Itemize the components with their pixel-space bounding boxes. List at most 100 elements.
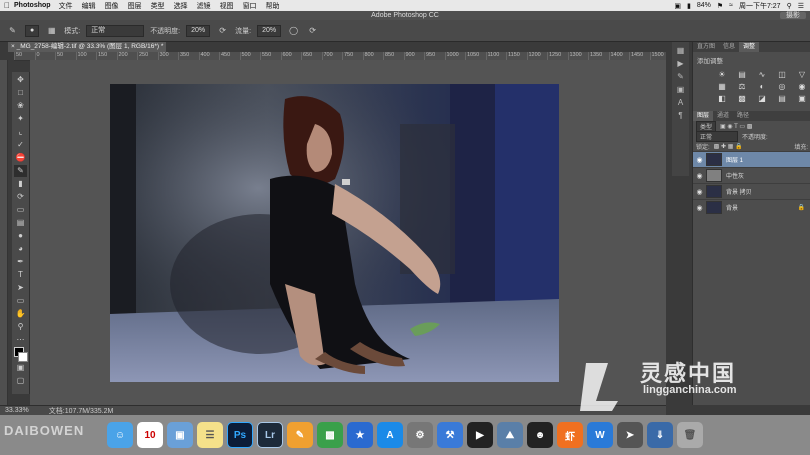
apple-icon[interactable]:  [0, 1, 14, 10]
paragraph-panel-icon[interactable]: ¶ [678, 111, 682, 120]
tab-adjustments[interactable]: 调整 [739, 42, 760, 52]
calendar-icon[interactable]: 10 [137, 422, 163, 448]
black-white-icon[interactable]: ◐ [755, 82, 769, 91]
levels-icon[interactable]: ▤ [735, 70, 749, 79]
zoom-tool-icon[interactable]: ⚲ [14, 321, 27, 333]
airbrush-icon[interactable]: ◯ [287, 25, 300, 37]
history-panel-icon[interactable]: ▦ [677, 46, 685, 55]
menu-file[interactable]: 文件 [59, 1, 73, 11]
invert-icon[interactable]: ◧ [715, 94, 729, 103]
layer-row[interactable]: ◉ 中性灰 [693, 167, 810, 183]
color-balance-icon[interactable]: ⚖ [735, 82, 749, 91]
menu-window[interactable]: 窗口 [243, 1, 257, 11]
flag-icon[interactable]: ⚑ [717, 2, 723, 10]
blend-mode-select[interactable]: 正常 [696, 130, 738, 142]
more-tools-icon[interactable]: ⋯ [14, 334, 27, 346]
app-store-icon[interactable]: A [377, 422, 403, 448]
path-select-tool-icon[interactable]: ➤ [14, 282, 27, 294]
lightroom-icon[interactable]: Lr [257, 422, 283, 448]
hand-tool-icon[interactable]: ✋ [14, 308, 27, 320]
menu-view[interactable]: 视图 [220, 1, 234, 11]
layer-row[interactable]: ◉ 背景 🔒 [693, 199, 810, 215]
menu-help[interactable]: 帮助 [266, 1, 280, 11]
layer-name[interactable]: 中性灰 [726, 171, 744, 180]
flow-input[interactable]: 20% [257, 24, 282, 37]
battery-icon[interactable]: ▮ [687, 2, 691, 10]
xiami-icon[interactable]: 虾 [557, 422, 583, 448]
curves-icon[interactable]: ∿ [755, 70, 769, 79]
visibility-icon[interactable]: ◉ [693, 204, 706, 212]
mode-select[interactable]: 正常 [86, 24, 145, 37]
crop-tool-icon[interactable]: ⌞ [14, 126, 27, 138]
opacity-input[interactable]: 20% [186, 24, 211, 37]
list-icon[interactable]: ☰ [798, 2, 804, 10]
color-swatches[interactable] [14, 347, 28, 362]
layer-row[interactable]: ◉ 背景 拷贝 [693, 183, 810, 199]
document-tab[interactable]: × _MG_2758-编辑-2.tif @ 33.3% (图层 1, RGB/1… [8, 42, 166, 52]
channel-mixer-icon[interactable]: ◉ [795, 82, 809, 91]
layer-name[interactable]: 背景 [726, 203, 738, 212]
numbers-icon[interactable]: ▩ [317, 422, 343, 448]
launchpad-icon[interactable]: ➤ [617, 422, 643, 448]
photoshop-icon[interactable]: Ps [227, 422, 253, 448]
wifi-icon[interactable]: ≈ [729, 2, 733, 9]
iphoto-icon[interactable]: ⛰ [497, 422, 523, 448]
menu-layer[interactable]: 图层 [128, 1, 142, 11]
brush-tool-icon[interactable]: ✎ [14, 165, 27, 177]
workspace-switcher[interactable]: 摄影 [780, 12, 806, 19]
lock-icons[interactable]: ▩ ✚ ▦ 🔒 [714, 143, 743, 150]
downloads-icon[interactable]: ⇓ [647, 422, 673, 448]
visibility-icon[interactable]: ◉ [693, 156, 706, 164]
vibrance-icon[interactable]: ▽ [795, 70, 809, 79]
document-image[interactable] [110, 84, 559, 382]
gradient-map-icon[interactable]: ▤ [775, 94, 789, 103]
clone-source-icon[interactable]: ▣ [677, 85, 685, 94]
finder-icon[interactable]: ☺ [107, 422, 133, 448]
exposure-icon[interactable]: ◫ [775, 70, 789, 79]
healing-tool-icon[interactable]: ⛔ [14, 152, 27, 164]
move-tool-icon[interactable]: ✥ [14, 74, 27, 86]
pages-icon[interactable]: ✎ [287, 422, 313, 448]
zoom-level[interactable]: 33.33% [5, 407, 29, 414]
eraser-tool-icon[interactable]: ▭ [14, 204, 27, 216]
layer-name[interactable]: 背景 拷贝 [726, 187, 752, 196]
menu-filter[interactable]: 滤镜 [197, 1, 211, 11]
pressure-opacity-icon[interactable]: ⟳ [216, 25, 229, 37]
app-menu[interactable]: Photoshop [14, 2, 51, 9]
visibility-icon[interactable]: ◉ [693, 172, 706, 180]
blur-tool-icon[interactable]: ● [14, 230, 27, 242]
tab-info[interactable]: 信息 [719, 42, 739, 52]
photo-filter-icon[interactable]: ◎ [775, 82, 789, 91]
doc-size[interactable]: 文档:107.7M/335.2M [49, 406, 114, 416]
brush-panel-icon[interactable]: ▦ [45, 25, 58, 37]
posterize-icon[interactable]: ▩ [735, 94, 749, 103]
tab-paths[interactable]: 路径 [733, 111, 753, 121]
trash-icon[interactable]: 🗑 [677, 422, 703, 448]
word-icon[interactable]: W [587, 422, 613, 448]
filter-icons[interactable]: ▣ ◉ T ▭ ▩ [720, 123, 752, 130]
hue-sat-icon[interactable]: ▦ [715, 82, 729, 91]
pressure-size-icon[interactable]: ⟳ [306, 25, 319, 37]
tab-histogram[interactable]: 直方图 [693, 42, 719, 52]
pen-tool-icon[interactable]: ✒ [14, 256, 27, 268]
eyedropper-tool-icon[interactable]: ✓ [14, 139, 27, 151]
shape-tool-icon[interactable]: ▭ [14, 295, 27, 307]
brush-size-picker[interactable]: ● [25, 24, 40, 37]
tab-layers[interactable]: 图层 [693, 111, 714, 121]
final-cut-icon[interactable]: ▶ [467, 422, 493, 448]
history-brush-tool-icon[interactable]: ⟳ [14, 191, 27, 203]
vertical-ruler[interactable] [0, 60, 8, 405]
clock[interactable]: 周一下午7:27 [739, 1, 781, 11]
tab-channels[interactable]: 通道 [713, 111, 733, 121]
lasso-tool-icon[interactable]: ❀ [14, 100, 27, 112]
brush-icon[interactable]: ✎ [6, 25, 19, 37]
marquee-tool-icon[interactable]: □ [14, 87, 27, 99]
stamp-tool-icon[interactable]: ▮ [14, 178, 27, 190]
preview-icon[interactable]: ▣ [167, 422, 193, 448]
threshold-icon[interactable]: ◪ [755, 94, 769, 103]
keynote-icon[interactable]: ★ [347, 422, 373, 448]
selective-color-icon[interactable]: ▣ [795, 94, 809, 103]
camera-icon[interactable]: ▣ [674, 2, 681, 10]
menu-select[interactable]: 选择 [174, 1, 188, 11]
background-color[interactable] [18, 352, 28, 362]
